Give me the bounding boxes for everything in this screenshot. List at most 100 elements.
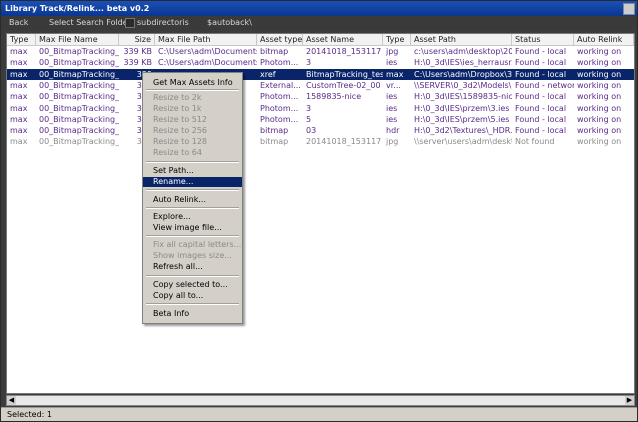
cell-maxfile: 00_BitmapTracking_... [39, 126, 119, 136]
menu-item[interactable]: Beta Info [143, 309, 242, 319]
cell-ext: ies [386, 92, 398, 102]
column-header[interactable]: Type [7, 34, 36, 45]
scroll-left-icon[interactable]: ◀ [7, 396, 16, 405]
column-header[interactable]: Asset type [257, 34, 303, 45]
cell-aname: BitmapTracking_tes... [306, 69, 383, 79]
menu-item: Resize to 512 [153, 115, 208, 124]
column-header[interactable]: Asset Path [411, 34, 512, 45]
menu-item[interactable]: Explore... [143, 212, 242, 222]
close-window-button[interactable] [623, 3, 635, 15]
cell-relink: working on [577, 103, 622, 113]
cell-maxfile: 00_BitmapTracking_... [39, 47, 119, 56]
menu-item[interactable]: Refresh all... [143, 262, 242, 272]
cell-atype: Photom... [260, 114, 299, 124]
scroll-right-icon[interactable]: ▶ [625, 396, 634, 405]
subdirectories-label: subdirectoris [137, 18, 189, 27]
cell-atype: bitmap [260, 126, 289, 136]
cell-ext: max [386, 69, 404, 79]
cell-type: max [10, 69, 28, 79]
cell-aname: 20141018_153117 [306, 137, 382, 147]
cell-type: max [10, 137, 28, 147]
cell-status: Found - local [515, 114, 567, 124]
cell-status: Not found [515, 137, 555, 147]
title-bar[interactable]: Library Track/Relink... beta v0.2 [1, 1, 637, 16]
table-row[interactable]: max00_BitmapTracking_...339xrefBitmapTra… [7, 68, 634, 80]
column-header[interactable]: Max File Path [155, 34, 257, 45]
cell-relink: working on [577, 58, 622, 68]
cell-maxfile: 00_BitmapTracking_... [39, 114, 119, 124]
app-window: Library Track/Relink... beta v0.2 Back S… [0, 0, 638, 422]
cell-ext: hdr [386, 126, 400, 136]
cell-aname: 5 [306, 114, 312, 124]
cell-type: max [10, 80, 28, 90]
cell-apath: c:\users\adm\desktop\20... [414, 47, 512, 56]
toolbar: Back Select Search Folder subdirectoris … [1, 16, 637, 30]
cell-maxfile: 00_BitmapTracking_... [39, 92, 119, 102]
cell-atype: xref [260, 69, 276, 79]
select-search-folder-button[interactable]: Select Search Folder [45, 17, 135, 29]
cell-atype: External... [260, 80, 301, 90]
menu-separator [146, 207, 239, 209]
cell-aname: 3 [306, 103, 312, 113]
column-header[interactable]: Status [512, 34, 574, 45]
cell-ext: jpg [386, 137, 399, 147]
cell-apath: H:\0_3d\IES\1589835-nic... [414, 92, 512, 102]
column-header[interactable]: Type [383, 34, 411, 45]
table-row[interactable]: max00_BitmapTracking_...339Photom...5ies… [7, 114, 634, 125]
cell-relink: working on [577, 92, 622, 102]
menu-item: Resize to 128 [153, 137, 208, 146]
cell-relink: working on [577, 69, 622, 79]
menu-separator [146, 189, 239, 191]
table-row[interactable]: max00_BitmapTracking_...339Photom...1589… [7, 91, 634, 102]
table-row[interactable]: max00_BitmapTracking_...339bitmap03hdrH:… [7, 125, 634, 136]
autoback-path-label: $autoback\ [207, 18, 252, 27]
cell-relink: working on [577, 114, 622, 124]
cell-maxpath: C:\Users\adm\Documents... [158, 47, 257, 56]
cell-status: Found - local [515, 126, 567, 136]
cell-atype: Photom... [260, 103, 299, 113]
menu-item[interactable]: Auto Relink... [143, 195, 242, 205]
cell-relink: working on [577, 80, 622, 90]
cell-atype: Photom... [260, 92, 299, 102]
back-button[interactable]: Back [5, 17, 32, 29]
window-title: Library Track/Relink... beta v0.2 [5, 4, 150, 13]
menu-item: Resize to 2k [153, 93, 202, 102]
cell-aname: 1589835-nice [306, 92, 362, 102]
table-row[interactable]: max00_BitmapTracking_...339bitmap2014101… [7, 136, 634, 147]
table-row[interactable]: max 00_BitmapTracking_... 339 KB C:\Users\a… [7, 46, 634, 57]
table-row[interactable]: max 00_BitmapTracking_... 339 KB C:\Users\a… [7, 57, 634, 68]
menu-item[interactable]: Rename... [143, 177, 242, 187]
table-row[interactable]: max00_BitmapTracking_...339Photom...3ies… [7, 103, 634, 114]
cell-type: max [10, 103, 28, 113]
cell-relink: working on [577, 126, 622, 136]
cell-type: max [10, 92, 28, 102]
column-header[interactable]: Asset Name [303, 34, 383, 45]
cell-apath: \\SERVER\0_3d2\Models\... [414, 80, 512, 90]
cell-status: Found - local [515, 92, 567, 102]
menu-separator [146, 303, 239, 305]
cell-aname: 20141018_153117 [306, 47, 382, 56]
column-header[interactable]: Max File Name [36, 34, 119, 45]
cell-ext: ies [386, 58, 398, 68]
column-header[interactable]: Size [119, 34, 155, 45]
table-row[interactable]: max00_BitmapTracking_...339External...Cu… [7, 80, 634, 91]
menu-item: Resize to 1k [153, 104, 202, 113]
column-header[interactable]: Auto Relink [574, 34, 634, 45]
cell-relink: working on [577, 137, 622, 147]
horizontal-scrollbar[interactable]: ◀ ▶ [6, 395, 635, 406]
status-bar: Selected: 1 [1, 407, 637, 421]
menu-item[interactable]: Copy selected to... [143, 280, 242, 290]
cell-relink: working on [577, 47, 622, 56]
menu-item[interactable]: Set Path... [143, 166, 242, 176]
cell-apath: H:\0_3d\IES\ies_herrausr... [414, 58, 512, 68]
cell-type: max [10, 47, 28, 56]
cell-status: Found - local [515, 69, 567, 79]
cell-ext: vr... [386, 80, 401, 90]
menu-item[interactable]: Get Max Assets Info [143, 78, 242, 88]
cell-status: Found - local [515, 58, 567, 68]
menu-item[interactable]: Copy all to... [143, 291, 242, 301]
cell-size: 339 KB [123, 58, 152, 68]
cell-apath: H:\0_3d\IES\przem\3.ies [414, 103, 510, 113]
menu-separator [146, 275, 239, 277]
menu-item[interactable]: View image file... [143, 223, 242, 233]
